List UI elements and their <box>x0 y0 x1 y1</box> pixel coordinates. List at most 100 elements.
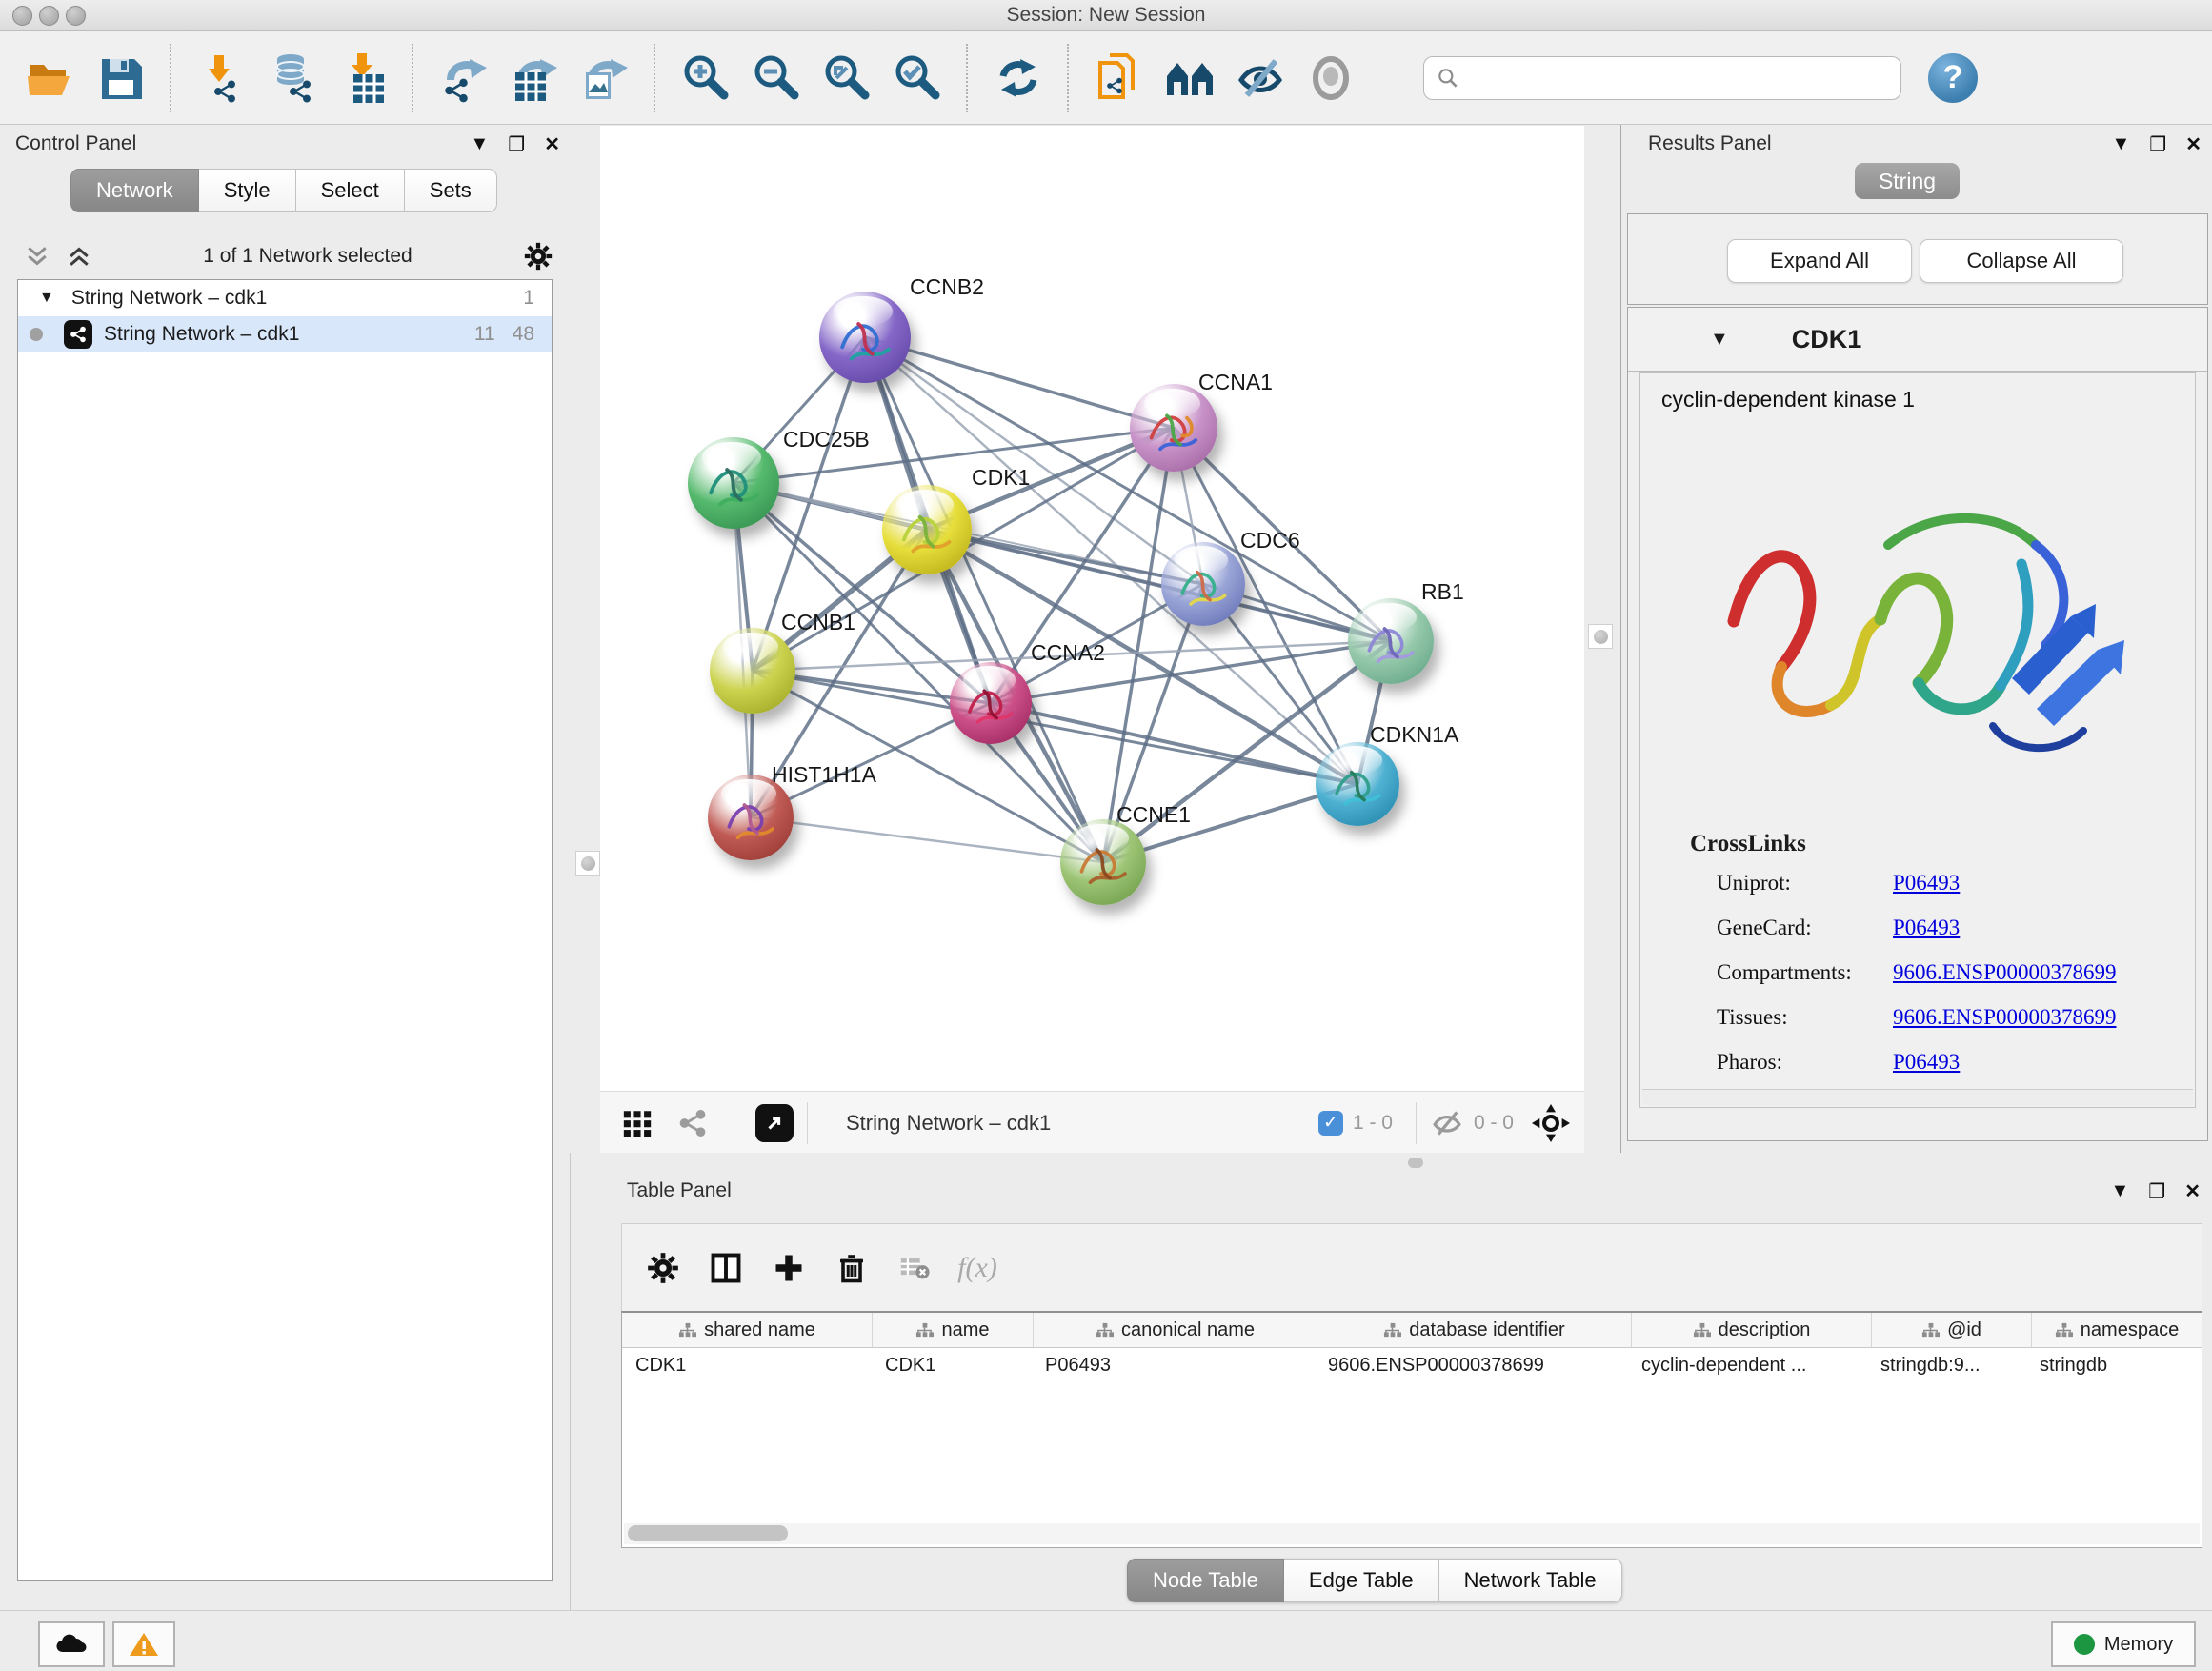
search-field[interactable] <box>1423 56 1901 100</box>
refresh-button[interactable] <box>983 44 1054 112</box>
delete-column-button[interactable] <box>824 1240 879 1296</box>
birdseye-grid-button[interactable] <box>610 1096 665 1151</box>
left-splitter-handle[interactable] <box>575 851 600 876</box>
tab-style[interactable]: Style <box>199 169 296 212</box>
network-node-cdc6[interactable] <box>1161 542 1245 626</box>
column-header-id[interactable]: @id <box>1872 1313 2032 1347</box>
left-splitter[interactable] <box>570 125 600 1153</box>
scrollbar-thumb[interactable] <box>628 1525 788 1541</box>
search-input[interactable] <box>1468 60 1900 96</box>
panel-close-icon[interactable]: ✕ <box>2185 132 2202 156</box>
expand-all-icon[interactable] <box>65 242 93 271</box>
network-row[interactable]: String Network – cdk1 11 48 <box>18 316 552 352</box>
memory-button[interactable]: Memory <box>2051 1621 2196 1667</box>
column-header-database-identifier[interactable]: database identifier <box>1317 1313 1632 1347</box>
network-node-cdkn1a[interactable] <box>1316 742 1399 826</box>
warning-status-button[interactable] <box>112 1621 175 1667</box>
network-node-cdk1[interactable] <box>882 485 972 574</box>
panel-float-icon[interactable]: ❐ <box>2149 132 2166 156</box>
crosshair-button[interactable] <box>1523 1096 1579 1151</box>
export-image-button[interactable] <box>570 44 640 112</box>
collapse-all-button[interactable]: Collapse All <box>1920 239 2123 283</box>
gene-entry-header[interactable]: ▼ CDK1 <box>1628 308 2207 372</box>
network-node-ccna1[interactable] <box>1130 384 1217 472</box>
table-settings-button[interactable] <box>635 1240 691 1296</box>
panel-close-icon[interactable]: ✕ <box>544 132 560 156</box>
right-splitter-handle[interactable] <box>1588 624 1613 649</box>
eye-button[interactable] <box>1296 44 1366 112</box>
network-edge[interactable] <box>991 703 1357 784</box>
tab-edge-table[interactable]: Edge Table <box>1284 1559 1439 1602</box>
column-header-name[interactable]: name <box>873 1313 1034 1347</box>
column-header-description[interactable]: description <box>1632 1313 1872 1347</box>
panel-menu-icon[interactable]: ▼ <box>2111 1180 2130 1202</box>
panel-float-icon[interactable]: ❐ <box>508 132 525 156</box>
tab-string[interactable]: String <box>1855 163 1960 199</box>
export-table-button[interactable] <box>499 44 570 112</box>
network-edge[interactable] <box>1103 428 1174 862</box>
crosslink-link[interactable]: 9606.ENSP00000378699 <box>1893 1005 2117 1030</box>
network-node-ccnb1[interactable] <box>710 628 795 714</box>
network-edge[interactable] <box>865 337 1103 862</box>
import-table-button[interactable] <box>328 44 398 112</box>
panel-float-icon[interactable]: ❐ <box>2148 1179 2165 1203</box>
collapse-triangle-icon[interactable]: ▼ <box>1710 329 1729 351</box>
network-canvas[interactable]: CCNB2CCNA1CDC25BCDK1CDC6RB1CCNB1CCNA2CDK… <box>600 126 1584 1091</box>
open-in-browser-button[interactable] <box>755 1104 794 1142</box>
help-button[interactable]: ? <box>1928 53 1978 103</box>
string-homes-button[interactable] <box>1155 44 1225 112</box>
network-node-cdc25b[interactable] <box>688 437 779 529</box>
show-columns-button[interactable] <box>698 1240 754 1296</box>
cloud-status-button[interactable] <box>38 1621 105 1667</box>
panel-menu-icon[interactable]: ▼ <box>471 133 490 155</box>
tab-sets[interactable]: Sets <box>405 169 497 212</box>
add-column-button[interactable] <box>761 1240 816 1296</box>
tab-network[interactable]: Network <box>70 169 199 212</box>
delete-table-button[interactable] <box>887 1240 942 1296</box>
zoom-in-button[interactable] <box>671 44 741 112</box>
network-node-rb1[interactable] <box>1348 598 1434 684</box>
open-session-button[interactable] <box>15 44 86 112</box>
tab-node-table[interactable]: Node Table <box>1127 1559 1284 1602</box>
zoom-out-button[interactable] <box>741 44 812 112</box>
crosslink-link[interactable]: P06493 <box>1893 916 1960 940</box>
import-network-database-button[interactable] <box>257 44 328 112</box>
zoom-selected-button[interactable] <box>882 44 953 112</box>
table-row[interactable]: CDK1 CDK1 P06493 9606.ENSP00000378699 cy… <box>622 1348 2202 1382</box>
collapse-triangle-icon[interactable]: ▼ <box>39 290 54 307</box>
crosslink-link[interactable]: P06493 <box>1893 1050 1960 1075</box>
tab-network-table[interactable]: Network Table <box>1439 1559 1622 1602</box>
gear-icon[interactable] <box>522 240 554 272</box>
panel-menu-icon[interactable]: ▼ <box>2112 133 2131 155</box>
network-edge[interactable] <box>865 337 1174 428</box>
network-node-ccnb2[interactable] <box>819 292 911 383</box>
horizontal-splitter-handle[interactable] <box>1408 1158 1423 1168</box>
cell-description: cyclin-dependent ... <box>1628 1355 1867 1377</box>
network-edge[interactable] <box>751 817 1103 862</box>
string-document-button[interactable] <box>1084 44 1155 112</box>
crosslink-link[interactable]: 9606.ENSP00000378699 <box>1893 960 2117 985</box>
network-share-button[interactable] <box>665 1096 720 1151</box>
function-builder-button[interactable]: f(x) <box>950 1240 1005 1296</box>
column-header-canonical-name[interactable]: canonical name <box>1034 1313 1317 1347</box>
panel-close-icon[interactable]: ✕ <box>2184 1179 2201 1203</box>
export-network-button[interactable] <box>429 44 499 112</box>
collapse-all-icon[interactable] <box>23 242 51 271</box>
column-header-shared-name[interactable]: shared name <box>622 1313 873 1347</box>
network-node-ccne1[interactable] <box>1060 819 1146 905</box>
right-splitter[interactable] <box>1584 125 1620 1153</box>
results-scrollbar[interactable] <box>1642 1089 2193 1105</box>
tab-select[interactable]: Select <box>296 169 405 212</box>
expand-all-button[interactable]: Expand All <box>1727 239 1912 283</box>
network-node-ccna2[interactable] <box>950 662 1032 744</box>
crosslink-link[interactable]: P06493 <box>1893 871 1960 896</box>
zoom-fit-button[interactable] <box>812 44 882 112</box>
import-network-button[interactable] <box>187 44 257 112</box>
horizontal-splitter[interactable] <box>600 1153 2212 1174</box>
selected-checkbox-icon[interactable]: ✓ <box>1318 1111 1343 1136</box>
save-session-button[interactable] <box>86 44 156 112</box>
network-collection-row[interactable]: ▼ String Network – cdk1 1 <box>18 280 552 316</box>
column-header-namespace[interactable]: namespace <box>2032 1313 2202 1347</box>
show-hide-button[interactable] <box>1225 44 1296 112</box>
table-horizontal-scrollbar[interactable] <box>624 1523 2200 1544</box>
